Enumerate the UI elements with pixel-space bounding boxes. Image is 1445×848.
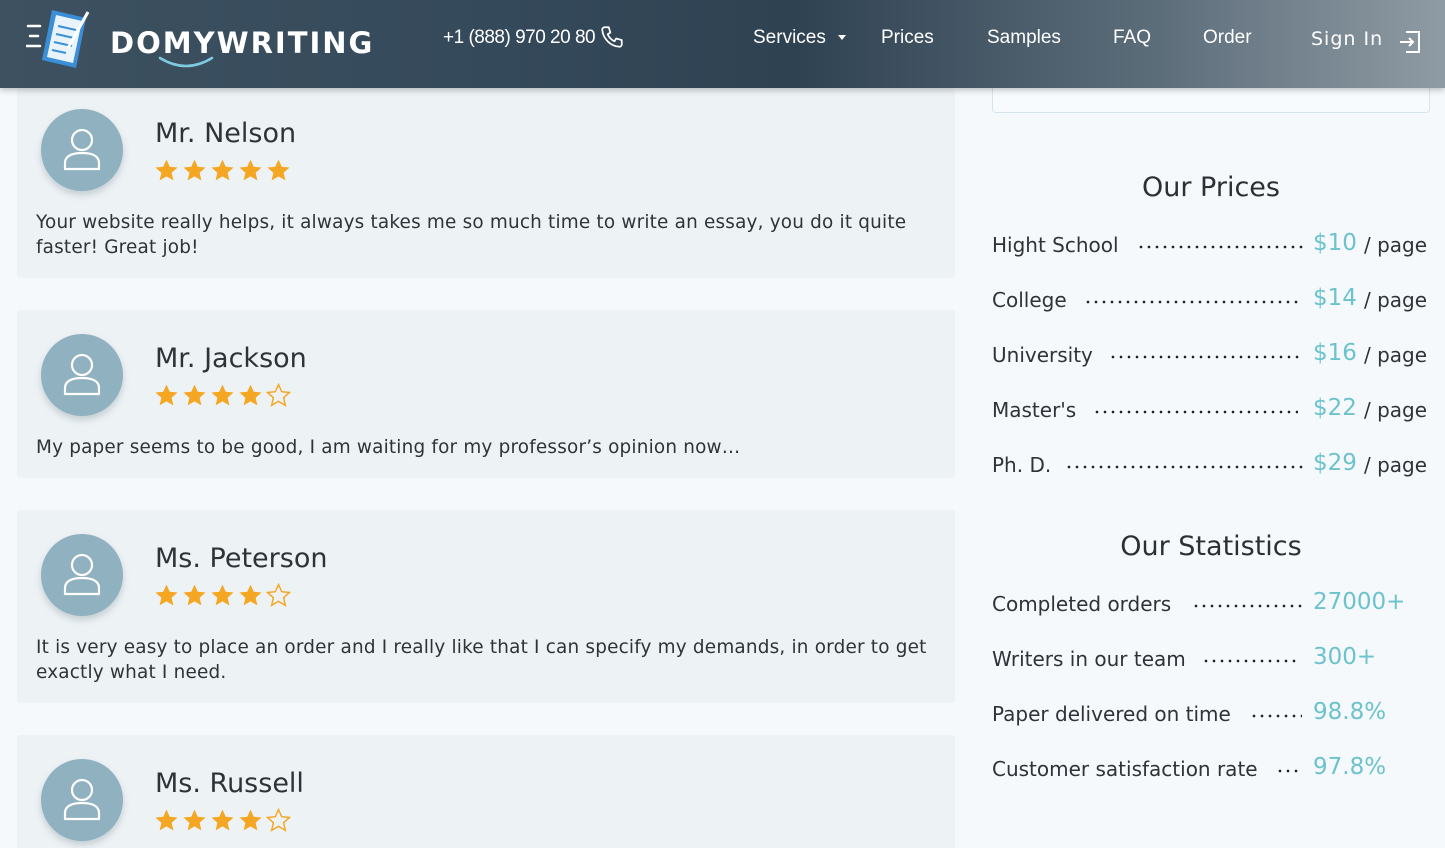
price-label: Master's: [992, 398, 1077, 422]
star-filled-icon: [211, 809, 234, 831]
stat-label: Writers in our team: [992, 647, 1186, 671]
sign-in-link[interactable]: Sign In: [1311, 28, 1383, 50]
star-rating: [154, 808, 294, 834]
reviewer-name: Ms. Russell: [155, 768, 304, 799]
dotted-leader: [1065, 465, 1303, 469]
logo-text: DOMYWRITING: [110, 26, 375, 60]
stat-value: 300+: [1313, 644, 1377, 670]
price-label: Hight School: [992, 233, 1119, 257]
dotted-leader: [1109, 355, 1303, 359]
star-empty-icon: [266, 383, 291, 407]
dotted-leader: [1093, 410, 1298, 414]
price-label: University: [992, 343, 1093, 367]
logo[interactable]: DOMYWRITING: [26, 8, 375, 70]
user-icon: [63, 778, 101, 821]
stat-label: Paper delivered on time: [992, 702, 1231, 726]
price-unit: / page: [1364, 343, 1428, 367]
price-unit: / page: [1364, 453, 1428, 477]
review-text: It is very easy to place an order and I …: [36, 637, 927, 683]
phone-number[interactable]: +1 (888) 970 20 80: [443, 27, 596, 49]
star-empty-icon: [266, 583, 291, 607]
price-label: College: [992, 288, 1067, 312]
dotted-leader: [1250, 714, 1302, 718]
nav-services[interactable]: Services: [753, 27, 826, 49]
star-filled-icon: [183, 159, 206, 181]
review-card: Ms. Peterson It is very easy to place an…: [17, 510, 955, 703]
site-header: DOMYWRITING +1 (888) 970 20 80 Services …: [0, 0, 1445, 88]
star-filled-icon: [239, 384, 262, 406]
stat-label: Completed orders: [992, 592, 1172, 616]
nav-faq[interactable]: FAQ: [1113, 27, 1151, 49]
dotted-leader: [1202, 659, 1300, 663]
logo-smile-icon: [158, 56, 214, 68]
star-filled-icon: [183, 384, 206, 406]
star-filled-icon: [267, 159, 290, 181]
stat-value: 97.8%: [1313, 754, 1387, 780]
review-card: Ms. Russell: [17, 735, 955, 848]
nav-samples[interactable]: Samples: [987, 27, 1061, 49]
nav-prices[interactable]: Prices: [881, 27, 934, 49]
dotted-leader: [1192, 604, 1302, 608]
user-icon: [63, 353, 101, 396]
star-empty-icon: [266, 808, 291, 832]
star-filled-icon: [183, 809, 206, 831]
star-filled-icon: [239, 584, 262, 606]
price-value: $22: [1313, 395, 1357, 421]
review-card: Mr. Nelson Your website really helps, it…: [17, 88, 955, 278]
stat-value: 27000+: [1313, 589, 1406, 615]
stat-label: Customer satisfaction rate: [992, 757, 1258, 781]
avatar: [41, 759, 123, 841]
star-rating: [154, 158, 294, 184]
avatar: [41, 109, 123, 191]
stat-value: 98.8%: [1313, 699, 1387, 725]
nav-order[interactable]: Order: [1203, 27, 1252, 49]
star-filled-icon: [239, 809, 262, 831]
avatar: [41, 334, 123, 416]
price-unit: / page: [1364, 398, 1428, 422]
user-icon: [63, 128, 101, 171]
price-value: $14: [1313, 285, 1357, 311]
star-rating: [154, 383, 294, 409]
star-filled-icon: [211, 384, 234, 406]
price-unit: / page: [1364, 288, 1428, 312]
star-filled-icon: [211, 584, 234, 606]
reviewer-name: Ms. Peterson: [155, 543, 328, 574]
review-text: Your website really helps, it always tak…: [36, 212, 907, 258]
price-value: $16: [1313, 340, 1357, 366]
price-label: Ph. D.: [992, 453, 1052, 477]
document-pen-icon: [26, 10, 90, 68]
star-filled-icon: [155, 584, 178, 606]
review-card: Mr. Jackson My paper seems to be good, I…: [17, 310, 955, 478]
sign-in-icon[interactable]: [1397, 29, 1423, 55]
dotted-leader: [1137, 245, 1303, 249]
star-filled-icon: [155, 809, 178, 831]
review-text: My paper seems to be good, I am waiting …: [36, 437, 741, 458]
statistics-title: Our Statistics: [1120, 531, 1302, 562]
prices-title: Our Prices: [1142, 172, 1280, 203]
chevron-down-icon[interactable]: [838, 35, 846, 40]
star-filled-icon: [183, 584, 206, 606]
price-unit: / page: [1364, 233, 1428, 257]
phone-icon[interactable]: [599, 24, 625, 50]
star-rating: [154, 583, 294, 609]
star-filled-icon: [155, 159, 178, 181]
price-value: $29: [1313, 450, 1357, 476]
reviewer-name: Mr. Nelson: [155, 118, 297, 149]
avatar: [41, 534, 123, 616]
star-filled-icon: [155, 384, 178, 406]
star-filled-icon: [239, 159, 262, 181]
price-value: $10: [1313, 230, 1357, 256]
user-icon: [63, 553, 101, 596]
dotted-leader: [1084, 300, 1298, 304]
dotted-leader: [1276, 769, 1302, 773]
star-filled-icon: [211, 159, 234, 181]
reviewer-name: Mr. Jackson: [155, 343, 307, 374]
